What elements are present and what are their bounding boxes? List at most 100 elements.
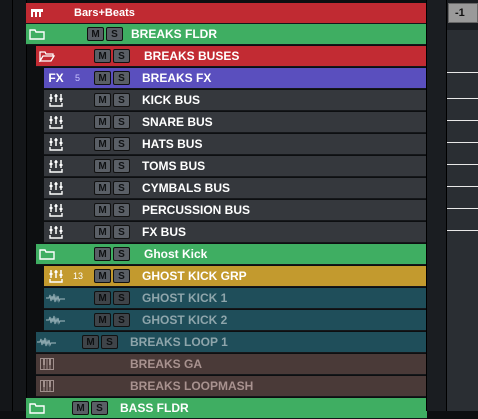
track-name: BREAKS BUSES: [144, 49, 240, 63]
folder-icon[interactable]: [26, 398, 48, 418]
grid-line: [447, 208, 478, 209]
mute-button[interactable]: M: [94, 203, 111, 217]
ruler-position-label: -1: [448, 3, 478, 23]
solo-button[interactable]: S: [113, 225, 130, 239]
mute-button[interactable]: M: [94, 181, 111, 195]
group-fader-icon: [44, 112, 68, 132]
solo-button[interactable]: S: [91, 401, 108, 415]
track-row-breaks-loopmash[interactable]: BREAKS LOOPMASH: [36, 376, 427, 397]
solo-button[interactable]: S: [113, 71, 130, 85]
folder-icon[interactable]: [36, 244, 58, 264]
solo-button[interactable]: S: [113, 181, 130, 195]
group-fader-icon: [44, 222, 68, 242]
track-name: HATS BUS: [142, 137, 203, 151]
solo-button[interactable]: S: [113, 247, 130, 261]
divider-line: [446, 0, 447, 411]
mute-button[interactable]: M: [87, 27, 104, 41]
solo-button[interactable]: S: [113, 159, 130, 173]
divider-line: [426, 0, 427, 411]
ruler-track-icon: [26, 3, 48, 23]
waveform-icon: [44, 288, 68, 308]
folder-open-icon[interactable]: [36, 46, 58, 66]
track-name: Bars+Beats: [74, 7, 135, 19]
track-name: GHOST KICK 2: [142, 313, 228, 327]
track-name: BREAKS FLDR: [131, 27, 217, 41]
mute-button[interactable]: M: [94, 93, 111, 107]
track-name: GHOST KICK 1: [142, 291, 228, 305]
track-name: BREAKS LOOP 1: [130, 335, 228, 349]
track-name: SNARE BUS: [142, 115, 213, 129]
solo-button[interactable]: S: [113, 93, 130, 107]
group-fader-icon: [44, 266, 68, 286]
solo-button[interactable]: S: [113, 313, 130, 327]
track-row-bass-fldr[interactable]: M S BASS FLDR: [26, 398, 427, 419]
mute-button[interactable]: M: [94, 291, 111, 305]
mute-button[interactable]: M: [94, 225, 111, 239]
mute-button[interactable]: M: [94, 71, 111, 85]
track-row-ghost-kick-grp[interactable]: 13 M S GHOST KICK GRP: [44, 266, 427, 287]
solo-button[interactable]: S: [106, 27, 123, 41]
grid-line: [447, 186, 478, 187]
grid-line: [447, 72, 478, 73]
track-row-breaks-fx[interactable]: FX 5 M S BREAKS FX: [44, 68, 427, 89]
mute-button[interactable]: M: [94, 313, 111, 327]
track-row-ghost-kick-folder[interactable]: M S Ghost Kick: [36, 244, 427, 265]
track-row-hats-bus[interactable]: M S HATS BUS: [44, 134, 427, 155]
track-name: KICK BUS: [142, 93, 201, 107]
solo-button[interactable]: S: [113, 269, 130, 283]
track-name: CYMBALS BUS: [142, 181, 231, 195]
mute-button[interactable]: M: [94, 137, 111, 151]
solo-button[interactable]: S: [113, 137, 130, 151]
mute-button[interactable]: M: [94, 49, 111, 63]
grid-line: [447, 230, 478, 231]
track-name: BREAKS GA: [130, 357, 203, 371]
solo-button[interactable]: S: [113, 203, 130, 217]
mute-button[interactable]: M: [82, 335, 99, 349]
grid-line: [447, 164, 478, 165]
fx-icon: FX: [48, 71, 64, 85]
track-row-breaks-buses[interactable]: M S BREAKS BUSES: [36, 46, 427, 67]
track-row-kick-bus[interactable]: M S KICK BUS: [44, 90, 427, 111]
track-name: TOMS BUS: [142, 159, 206, 173]
mute-button[interactable]: M: [72, 401, 89, 415]
folder-icon[interactable]: [26, 24, 48, 44]
track-row-toms-bus[interactable]: M S TOMS BUS: [44, 156, 427, 177]
track-name: BASS FLDR: [120, 401, 189, 415]
track-name: BREAKS LOOPMASH: [130, 379, 254, 393]
mute-button[interactable]: M: [94, 269, 111, 283]
solo-button[interactable]: S: [113, 291, 130, 305]
waveform-icon: [44, 310, 68, 330]
track-number: 5: [75, 73, 81, 83]
track-row-breaks-ga[interactable]: BREAKS GA: [36, 354, 427, 375]
track-name: PERCUSSION BUS: [142, 203, 251, 217]
solo-button[interactable]: S: [113, 115, 130, 129]
keyboard-icon: [36, 376, 58, 396]
left-edge: [0, 0, 27, 411]
track-row-ghost-kick-1[interactable]: M S GHOST KICK 1: [44, 288, 427, 309]
track-row-breaks-fldr[interactable]: M S BREAKS FLDR: [26, 24, 427, 45]
track-row-ghost-kick-2[interactable]: M S GHOST KICK 2: [44, 310, 427, 331]
track-row-cymbals-bus[interactable]: M S CYMBALS BUS: [44, 178, 427, 199]
keyboard-icon: [36, 354, 58, 374]
waveform-icon: [36, 332, 58, 352]
track-name: BREAKS FX: [142, 71, 212, 85]
track-row-snare-bus[interactable]: M S SNARE BUS: [44, 112, 427, 133]
mute-button[interactable]: M: [94, 247, 111, 261]
group-fader-icon: [44, 156, 68, 176]
group-fader-icon: [44, 90, 68, 110]
track-row-percussion-bus[interactable]: M S PERCUSSION BUS: [44, 200, 427, 221]
mute-button[interactable]: M: [94, 159, 111, 173]
grid-strip: [447, 30, 478, 411]
group-fader-icon: [44, 178, 68, 198]
track-row-bars-beats[interactable]: Bars+Beats: [26, 3, 427, 24]
track-row-fx-bus[interactable]: M S FX BUS: [44, 222, 427, 243]
track-number: 13: [73, 271, 84, 281]
mute-button[interactable]: M: [94, 115, 111, 129]
track-row-breaks-loop-1[interactable]: M S BREAKS LOOP 1: [36, 332, 427, 353]
grid-line: [447, 142, 478, 143]
grid-line: [447, 120, 478, 121]
solo-button[interactable]: S: [113, 49, 130, 63]
solo-button[interactable]: S: [101, 335, 118, 349]
track-name: FX BUS: [142, 225, 187, 239]
group-fader-icon: [44, 200, 68, 220]
